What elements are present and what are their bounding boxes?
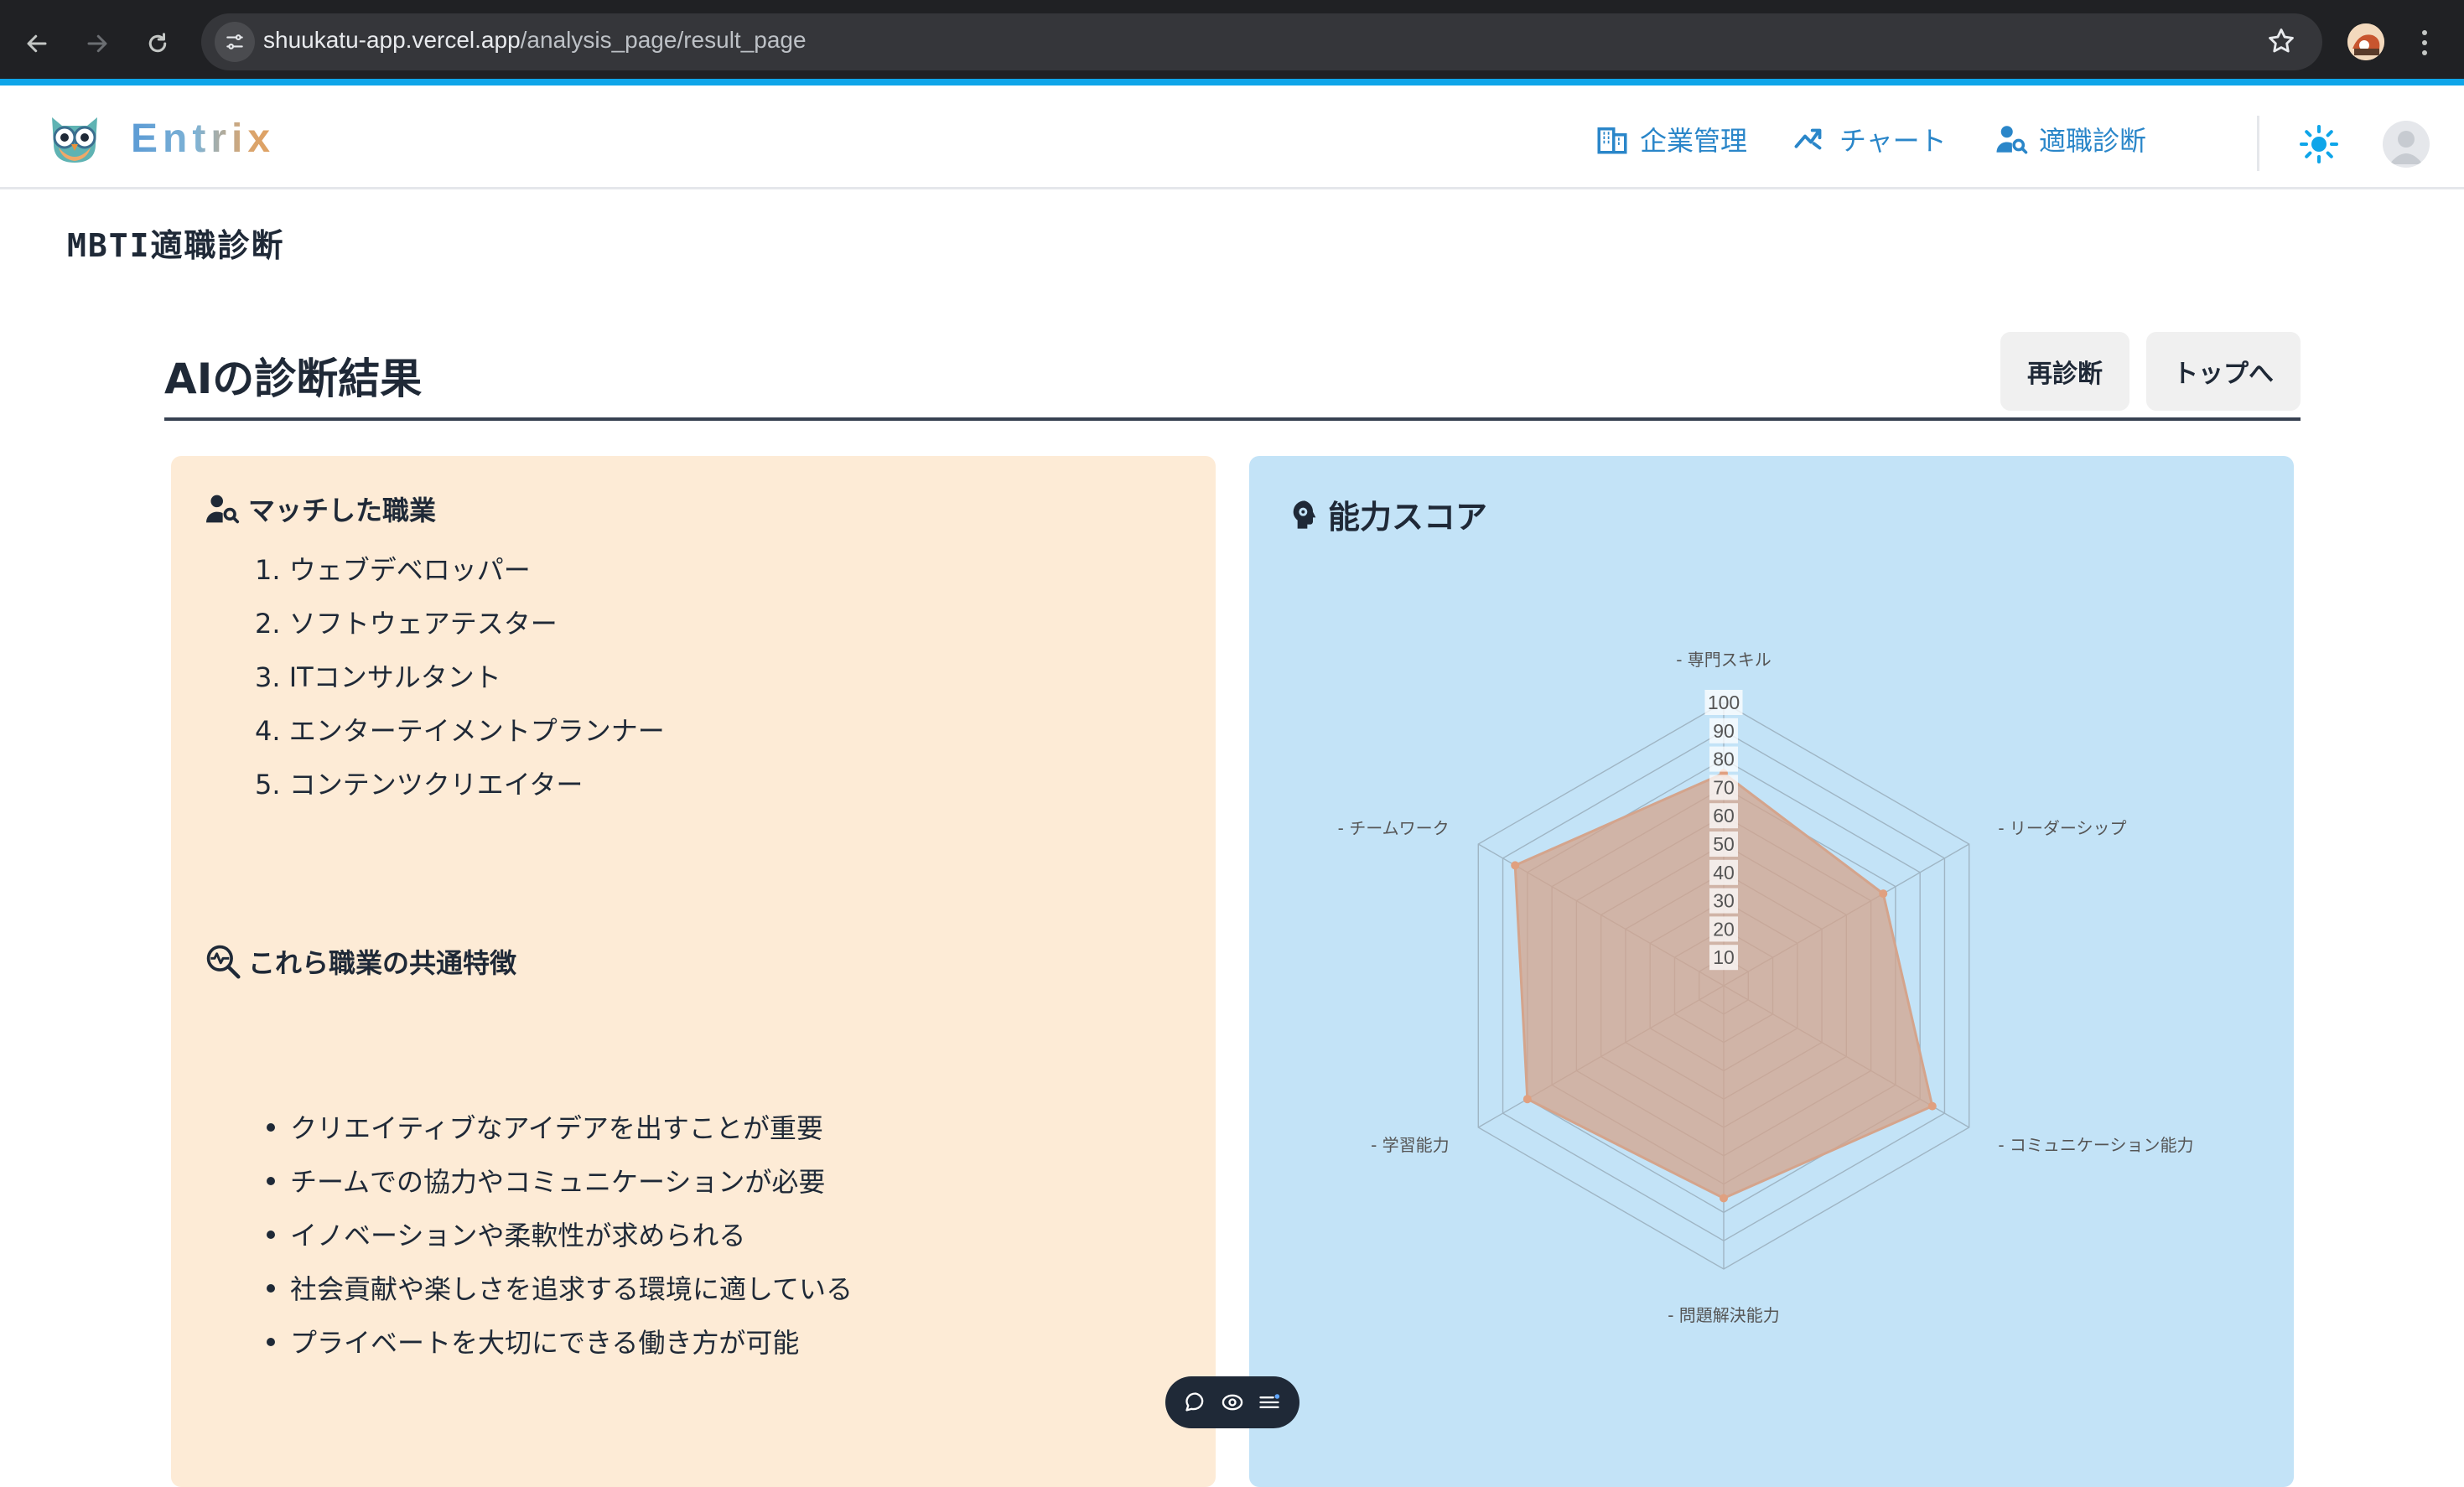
bullet-icon	[267, 1284, 275, 1293]
page-title: MBTI適職診断	[67, 227, 285, 264]
nav-company-management[interactable]: 企業管理	[1595, 121, 1747, 158]
sun-icon	[2300, 125, 2338, 163]
list-item: 社会貢献や楽しさを追求する環境に適している	[255, 1262, 853, 1316]
trait-text: チームでの協力やコミュニケーションが必要	[290, 1166, 826, 1198]
nav-label: チャート	[1839, 125, 1947, 157]
radar-axis-label: - リーダーシップ	[1998, 818, 2126, 838]
profile-picture-icon	[2347, 23, 2384, 60]
bullet-icon	[267, 1123, 275, 1132]
bullet-icon	[267, 1231, 275, 1239]
radar-data-point	[1511, 861, 1520, 870]
trait-text: イノベーションや柔軟性が求められる	[290, 1220, 746, 1251]
radar-axis-label: - 専門スキル	[1676, 650, 1771, 670]
reload-icon	[148, 33, 167, 53]
matched-jobs-list: 1. ウェブデベロッパー 2. ソフトウェアテスター 3. ITコンサルタント …	[255, 543, 665, 811]
section-title: AIの診断結果	[164, 355, 423, 403]
radar-tick-label: 60	[1713, 805, 1735, 826]
bookmark-button[interactable]	[2265, 25, 2297, 60]
tune-icon	[226, 34, 243, 49]
radar-axis-label: - 問題解決能力	[1668, 1305, 1780, 1325]
more-vertical-icon	[2422, 30, 2427, 55]
view-icon[interactable]	[1221, 1391, 1244, 1414]
browser-toolbar: shuukatu-app.vercel.app/analysis_page/re…	[0, 0, 2464, 85]
radar-tick-label: 40	[1713, 862, 1735, 883]
arrow-right-icon	[87, 34, 107, 53]
radar-tick-label: 50	[1713, 833, 1735, 855]
owl-logo-icon[interactable]	[44, 111, 106, 166]
url-path: /analysis_page/result_page	[520, 27, 807, 53]
list-item: 2. ソフトウェアテスター	[255, 608, 558, 640]
list-item: 4. エンターテイメントプランナー	[255, 715, 665, 747]
nav-chart[interactable]: チャート	[1792, 121, 1947, 158]
user-icon	[2389, 131, 2423, 164]
nav-label: 適職診断	[2039, 125, 2147, 157]
trait-text: クリエイティブなアイデアを出すことが重要	[290, 1112, 823, 1144]
trait-text: 社会貢献や楽しさを追求する環境に適している	[290, 1273, 853, 1305]
reload-button[interactable]	[132, 18, 183, 69]
matched-jobs-heading: マッチした職業	[205, 490, 436, 528]
star-icon	[2269, 28, 2294, 53]
list-item: イノベーションや柔軟性が求められる	[255, 1209, 853, 1262]
retry-diagnosis-button[interactable]: 再診断	[2000, 332, 2129, 411]
list-item: プライベートを大切にできる働き方が可能	[255, 1316, 853, 1370]
brand-name[interactable]: Entrix	[131, 116, 275, 162]
site-settings-button[interactable]	[215, 22, 255, 62]
radar-axis-label: - チームワーク	[1338, 818, 1450, 838]
radar-tick-label: 30	[1713, 890, 1735, 912]
user-search-icon	[1996, 126, 2028, 154]
traits-heading: これら職業の共通特徴	[205, 942, 516, 981]
radar-axis-label: - コミュニケーション能力	[1998, 1135, 2193, 1155]
ability-score-card: 能力スコア 10 20 30 40 50 60 70 80 90 100- 専門スキル - リーダー…	[1249, 456, 2294, 1487]
radar-tick-label: 20	[1713, 918, 1735, 940]
menu-icon[interactable]	[1258, 1391, 1281, 1414]
radar-tick-label: 70	[1713, 776, 1735, 798]
list-item: クリエイティブなアイデアを出すことが重要	[255, 1101, 853, 1155]
traits-list: クリエイティブなアイデアを出すことが重要 チームでの協力やコミュニケーションが必…	[255, 1101, 853, 1370]
floating-toolbar	[1165, 1376, 1299, 1428]
trait-text: プライベートを大切にできる働き方が可能	[290, 1327, 800, 1359]
app-header: Entrix 企業管理 チャート 適職診断	[0, 85, 2464, 189]
matched-jobs-card: マッチした職業 1. ウェブデベロッパー 2. ソフトウェアテスター 3. IT…	[171, 456, 1216, 1487]
trend-icon	[1794, 128, 1822, 150]
url-host: shuukatu-app.vercel.app	[263, 27, 521, 53]
profile-avatar[interactable]	[2347, 23, 2384, 60]
comment-icon[interactable]	[1184, 1391, 1207, 1414]
search-pulse-icon	[206, 945, 241, 979]
header-divider	[2257, 116, 2259, 171]
radar-axis-label: - 学習能力	[1371, 1135, 1450, 1155]
user-avatar[interactable]	[2383, 121, 2430, 168]
heading-text: これら職業の共通特徴	[248, 947, 517, 979]
list-item: 3. ITコンサルタント	[255, 661, 501, 693]
radar-data-point	[1522, 1095, 1532, 1104]
radar-tick-label: 80	[1713, 749, 1735, 770]
arrow-left-icon	[27, 34, 47, 53]
bullet-icon	[267, 1177, 275, 1185]
list-item: チームでの協力やコミュニケーションが必要	[255, 1155, 853, 1209]
radar-data-point	[1720, 1194, 1728, 1203]
user-search-icon	[206, 495, 240, 524]
radar-tick-label: 90	[1713, 720, 1735, 742]
building-icon	[1597, 127, 1627, 154]
forward-button[interactable]	[72, 18, 122, 69]
ability-radar-chart: 10 20 30 40 50 60 70 80 90 100 - 専門スキル - リーダーシップ - コ…	[1338, 650, 2194, 1325]
radar-data-point	[1927, 1101, 1937, 1111]
heading-text: マッチした職業	[248, 495, 437, 526]
theme-toggle-button[interactable]	[2299, 124, 2339, 168]
title-divider	[164, 417, 2301, 421]
browser-menu-button[interactable]	[2415, 25, 2435, 60]
radar-data-point	[1879, 889, 1888, 899]
bullet-icon	[267, 1338, 275, 1346]
radar-tick-label: 100	[1708, 692, 1740, 713]
radar-tick-label: 10	[1713, 946, 1735, 968]
list-item: 5. コンテンツクリエイター	[255, 769, 584, 800]
nav-label: 企業管理	[1640, 125, 1748, 157]
back-button[interactable]	[12, 18, 62, 69]
address-bar[interactable]: shuukatu-app.vercel.app/analysis_page/re…	[201, 13, 2322, 70]
nav-aptitude-diagnosis[interactable]: 適職診断	[1994, 121, 2146, 158]
list-item: 1. ウェブデベロッパー	[255, 554, 531, 586]
go-top-button[interactable]: トップへ	[2146, 332, 2301, 411]
url-text[interactable]: shuukatu-app.vercel.app/analysis_page/re…	[263, 27, 807, 54]
